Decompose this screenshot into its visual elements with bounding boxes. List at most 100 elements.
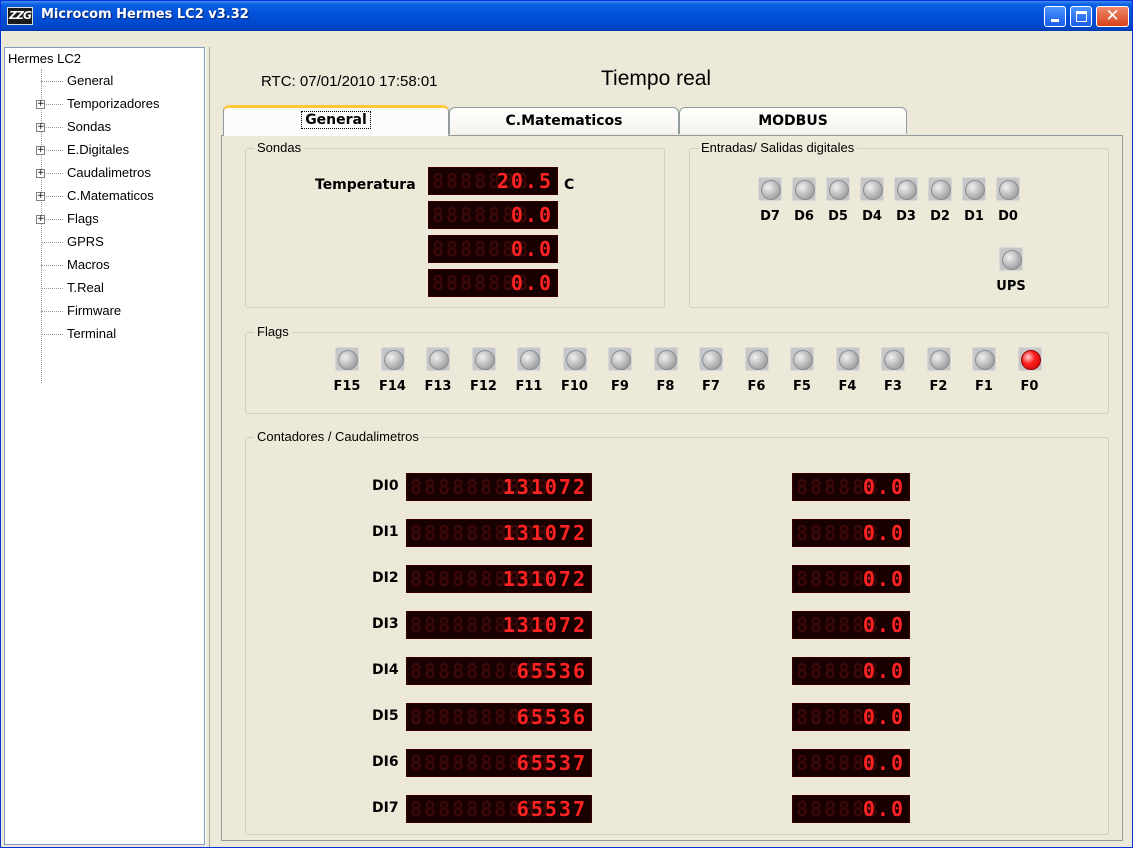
counter-label-di5: DI5 xyxy=(372,708,399,724)
counter-display-di1: 8888888888 131072 xyxy=(406,519,592,547)
counter-display-di2: 8888888888 131072 xyxy=(406,565,592,593)
tree-item-t-real[interactable]: T.Real xyxy=(67,279,104,297)
minimize-button[interactable] xyxy=(1044,6,1066,27)
counters-group: Contadores / Caudalimetros DI0 8888888888… xyxy=(245,429,1109,835)
tree-connector xyxy=(41,334,63,335)
navigation-tree[interactable]: Hermes LC2 General + Temporizadores + Sondas… xyxy=(4,47,205,845)
flow-display-di4: 888888 0.0 xyxy=(792,657,910,685)
counter-display-di6: 8888888888 65537 xyxy=(406,749,592,777)
flag-label-f2: F2 xyxy=(929,379,948,394)
digital-label-d1: D1 xyxy=(964,209,984,224)
lcd-value: 0.0 xyxy=(862,521,905,545)
sondas-title: Sondas xyxy=(254,140,305,155)
sonda-display-3: 8888888 0.0 xyxy=(428,235,558,263)
tree-item-firmware[interactable]: Firmware xyxy=(67,302,121,320)
digital-label-d2: D2 xyxy=(930,209,950,224)
lcd-value: 0.0 xyxy=(862,797,905,821)
splitter[interactable] xyxy=(205,47,210,847)
flags-group: Flags F15 F14 F13 F12 F11 F10 F9 F8 F7 F6 F5 F4 F3 F2… xyxy=(245,324,1109,414)
flag-label-f7: F7 xyxy=(702,379,720,394)
flag-led-f11 xyxy=(517,347,541,371)
flag-led-f5 xyxy=(790,347,814,371)
tab-general[interactable]: General xyxy=(223,105,449,136)
tree-item-c-matematicos[interactable]: C.Matematicos xyxy=(67,187,154,205)
digital-label-d3: D3 xyxy=(896,209,916,224)
digital-label-d5: D5 xyxy=(828,209,848,224)
tree-item-caudalimetros[interactable]: Caudalimetros xyxy=(67,164,151,182)
tree-item-macros[interactable]: Macros xyxy=(67,256,110,274)
sonda-display-4: 8888888 0.0 xyxy=(428,269,558,297)
tree-connector xyxy=(41,288,63,289)
expand-icon[interactable]: + xyxy=(36,146,45,155)
counter-label-di3: DI3 xyxy=(372,616,399,632)
tab-c-matematicos[interactable]: C.Matematicos xyxy=(449,107,679,134)
counter-display-di4: 8888888888 65536 xyxy=(406,657,592,685)
flow-display-di1: 888888 0.0 xyxy=(792,519,910,547)
lcd-value: 131072 xyxy=(502,521,587,545)
flag-label-f9: F9 xyxy=(611,379,629,394)
expand-icon[interactable]: + xyxy=(36,100,45,109)
page-title: Tiempo real xyxy=(601,67,712,90)
counter-label-di7: DI7 xyxy=(372,800,399,816)
lcd-value: 131072 xyxy=(502,613,587,637)
flag-led-f12 xyxy=(471,347,496,371)
digital-led-d7 xyxy=(758,177,782,201)
counter-label-di4: DI4 xyxy=(372,662,399,678)
lcd-value: 65537 xyxy=(516,797,587,821)
temperature-label: Temperatura xyxy=(315,177,416,193)
tree-root[interactable]: Hermes LC2 xyxy=(8,51,81,66)
tree-item-flags[interactable]: Flags xyxy=(67,210,99,228)
digital-led-d4 xyxy=(860,177,884,201)
counter-display-di7: 8888888888 65537 xyxy=(406,795,592,823)
flag-label-f13: F13 xyxy=(424,379,452,394)
sonda-display-2: 8888888 0.0 xyxy=(428,201,558,229)
flag-led-f15 xyxy=(335,347,359,371)
digital-label-d4: D4 xyxy=(862,209,882,224)
digital-label-d7: D7 xyxy=(760,209,780,224)
digital-label-d6: D6 xyxy=(794,209,814,224)
digital-led-d2 xyxy=(928,177,952,201)
tree-item-terminal[interactable]: Terminal xyxy=(67,325,116,343)
tree-connector xyxy=(41,81,63,82)
lcd-value: 0.0 xyxy=(510,237,553,261)
flag-led-f10 xyxy=(562,347,587,371)
flag-label-f6: F6 xyxy=(747,379,766,394)
flow-display-di5: 888888 0.0 xyxy=(792,703,910,731)
counters-title: Contadores / Caudalimetros xyxy=(254,429,422,444)
tab-label: General xyxy=(301,111,371,129)
counter-label-di0: DI0 xyxy=(372,478,399,494)
lcd-value: 0.0 xyxy=(510,203,553,227)
flag-led-f7 xyxy=(699,347,723,371)
expand-icon[interactable]: + xyxy=(36,192,45,201)
flow-display-di3: 888888 0.0 xyxy=(792,611,910,639)
counter-display-di3: 8888888888 131072 xyxy=(406,611,592,639)
tree-item-general[interactable]: General xyxy=(67,72,113,90)
expand-icon[interactable]: + xyxy=(36,169,45,178)
lcd-value: 65536 xyxy=(516,705,587,729)
flag-led-f3 xyxy=(881,347,905,371)
app-icon: ZZG xyxy=(7,7,33,25)
title-bar[interactable]: ZZG Microcom Hermes LC2 v3.32 ✕ xyxy=(1,1,1132,31)
tree-item-gprs[interactable]: GPRS xyxy=(67,233,104,251)
close-button[interactable]: ✕ xyxy=(1096,6,1129,27)
expand-icon[interactable]: + xyxy=(36,123,45,132)
digital-led-d1 xyxy=(962,177,986,201)
lcd-value: 0.0 xyxy=(862,659,905,683)
counter-label-di2: DI2 xyxy=(372,570,399,586)
tree-item-sondas[interactable]: Sondas xyxy=(67,118,111,136)
tab-modbus[interactable]: MODBUS xyxy=(679,107,907,134)
flag-label-f11: F11 xyxy=(515,379,543,394)
ups-led xyxy=(999,247,1023,271)
maximize-button[interactable] xyxy=(1070,6,1092,27)
tree-item-e-digitales[interactable]: E.Digitales xyxy=(67,141,129,159)
tree-item-temporizadores[interactable]: Temporizadores xyxy=(67,95,160,113)
expand-icon[interactable]: + xyxy=(36,215,45,224)
flag-led-f4 xyxy=(835,347,860,371)
temperature-unit: C xyxy=(564,177,575,193)
counter-display-di0: 8888888888 131072 xyxy=(406,473,592,501)
sonda-display-1: 8888888 20.5 xyxy=(428,167,558,195)
counter-display-di5: 8888888888 65536 xyxy=(406,703,592,731)
flag-led-f9 xyxy=(608,347,632,371)
digital-led-d5 xyxy=(826,177,850,201)
flags-title: Flags xyxy=(254,324,292,339)
